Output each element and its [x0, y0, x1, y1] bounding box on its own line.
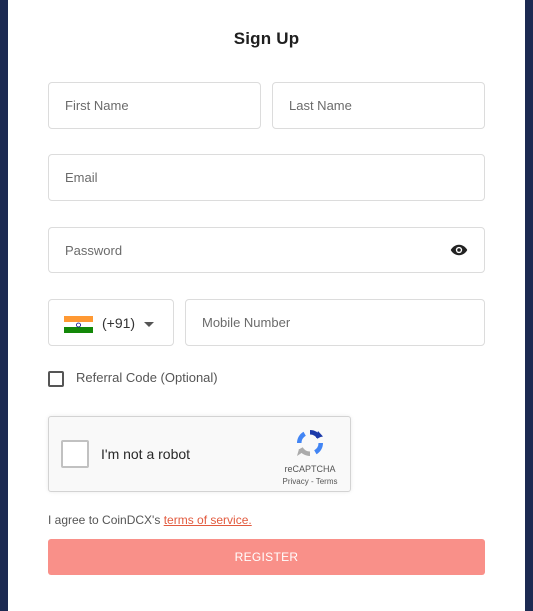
terms-agreement: I agree to CoinDCX's terms of service. — [48, 513, 252, 527]
recaptcha-logo-icon — [296, 429, 324, 457]
terms-of-service-link[interactable]: terms of service. — [164, 513, 252, 527]
eye-icon[interactable] — [448, 241, 470, 259]
email-input[interactable] — [65, 155, 468, 200]
referral-checkbox[interactable] — [48, 371, 64, 387]
first-name-field[interactable] — [48, 82, 261, 129]
password-field[interactable] — [48, 227, 485, 273]
email-field[interactable] — [48, 154, 485, 201]
recaptcha-brand: reCAPTCHA — [284, 464, 336, 474]
recaptcha-links: Privacy - Terms — [275, 477, 345, 486]
register-button[interactable]: REGISTER — [48, 539, 485, 575]
mobile-number-field[interactable] — [185, 299, 485, 346]
last-name-input[interactable] — [289, 83, 468, 128]
country-code: (+91) — [102, 315, 136, 331]
recaptcha-widget: I'm not a robot reCAPTCHA Privacy - Term… — [48, 416, 351, 492]
mobile-number-input[interactable] — [202, 300, 468, 345]
first-name-input[interactable] — [65, 83, 244, 128]
last-name-field[interactable] — [272, 82, 485, 129]
page-title: Sign Up — [233, 29, 300, 48]
country-code-select[interactable]: (+91) — [48, 299, 174, 346]
password-input[interactable] — [65, 228, 468, 272]
recaptcha-checkbox[interactable] — [61, 440, 89, 468]
chevron-down-icon — [144, 322, 154, 327]
recaptcha-privacy-link[interactable]: Privacy — [283, 477, 309, 486]
referral-label: Referral Code (Optional) — [76, 370, 218, 385]
india-flag-icon — [64, 316, 93, 333]
recaptcha-terms-link[interactable]: Terms — [316, 477, 338, 486]
recaptcha-link-separator: - — [308, 477, 316, 486]
recaptcha-label: I'm not a robot — [101, 446, 191, 462]
agreement-text: I agree to CoinDCX's — [48, 513, 164, 527]
